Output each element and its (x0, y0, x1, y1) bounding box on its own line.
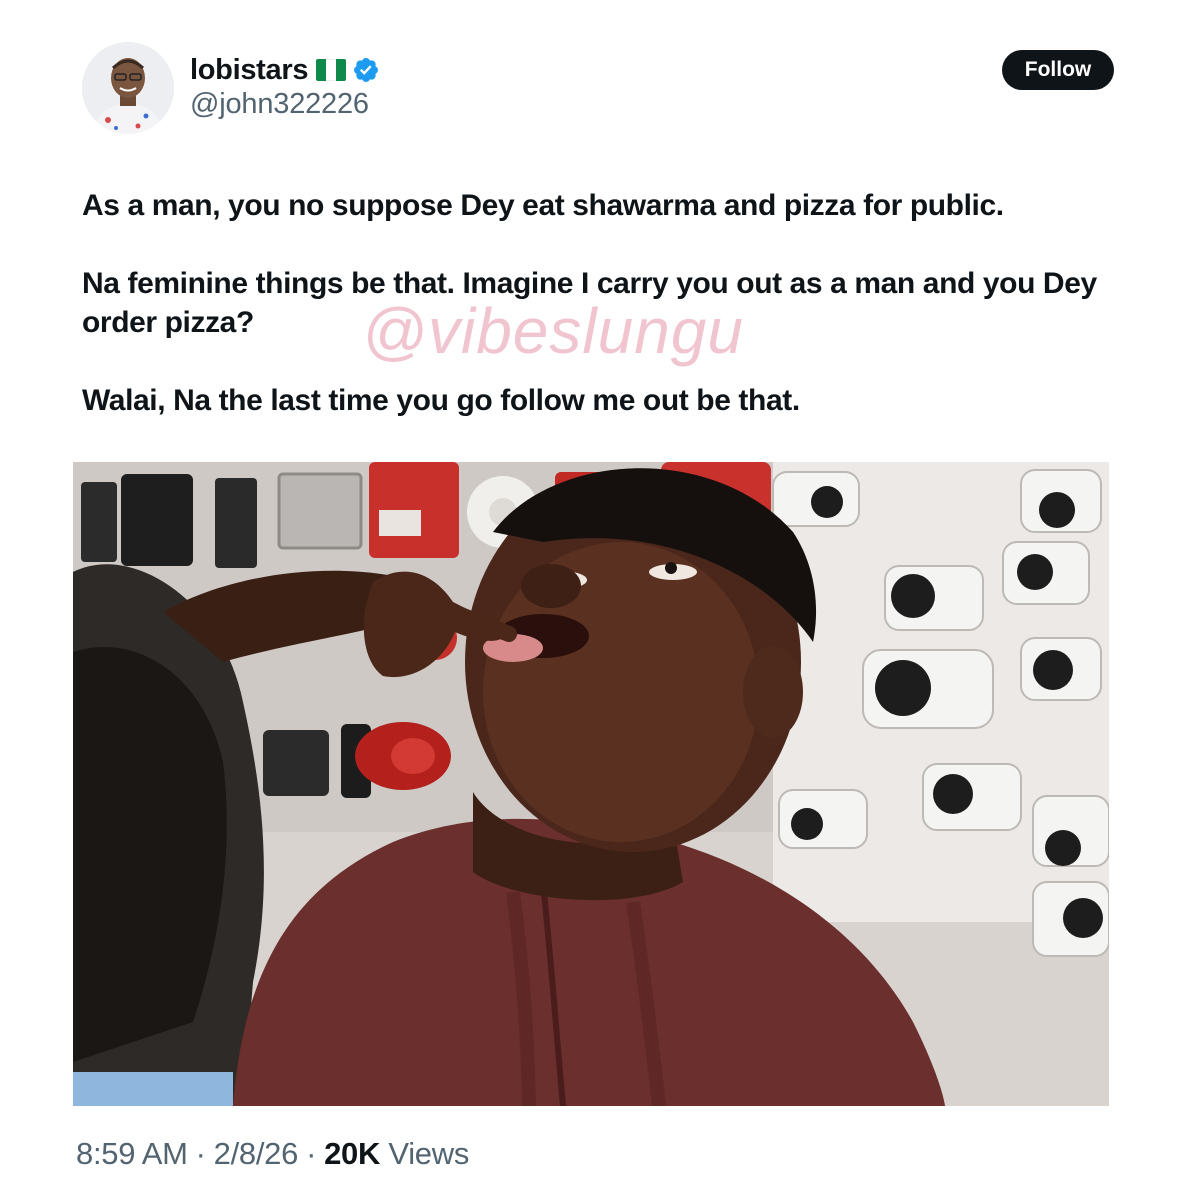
separator: · (306, 1136, 317, 1171)
user-handle[interactable]: @john322226 (190, 88, 369, 121)
tweet-time[interactable]: 8:59 AM (76, 1136, 188, 1171)
tweet-media-image[interactable] (73, 462, 1109, 1106)
user-name-row[interactable]: lobistars (190, 52, 380, 88)
tweet-text: As a man, you no suppose Dey eat shawarm… (82, 186, 1142, 420)
nigeria-flag-icon (316, 59, 347, 81)
views-count: 20K (324, 1136, 381, 1171)
tweet-paragraph: Walai, Na the last time you go follow me… (82, 384, 800, 417)
tweet-paragraph: As a man, you no suppose Dey eat shawarm… (82, 189, 1004, 222)
media-photo (73, 462, 1109, 1106)
avatar-image (82, 42, 174, 134)
verified-badge-icon (354, 58, 379, 82)
display-name[interactable]: lobistars (190, 54, 308, 87)
tweet-meta: 8:59 AM · 2/8/26 · 20K Views (76, 1136, 469, 1172)
avatar[interactable] (82, 42, 174, 134)
follow-button[interactable]: Follow (1002, 50, 1114, 90)
views-label: Views (388, 1136, 470, 1171)
tweet-paragraph: Na feminine things be that. Imagine I ca… (82, 267, 1097, 339)
tweet-date[interactable]: 2/8/26 (214, 1136, 299, 1171)
separator: · (195, 1136, 206, 1171)
